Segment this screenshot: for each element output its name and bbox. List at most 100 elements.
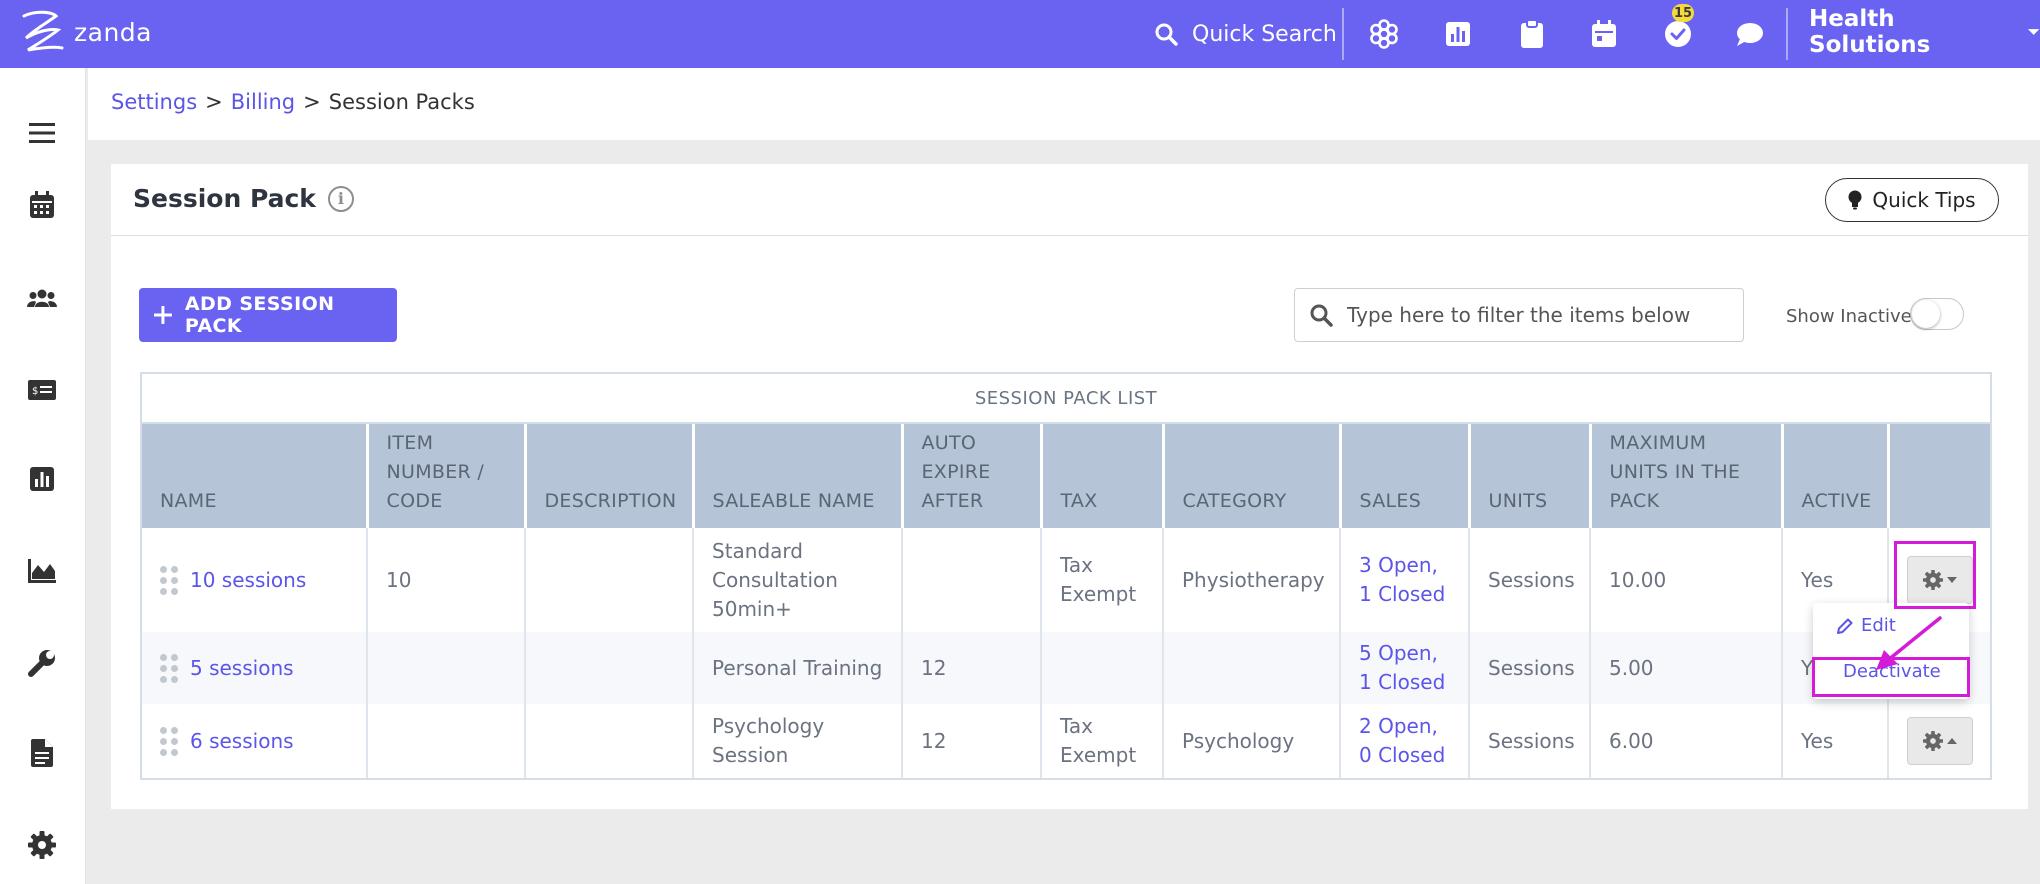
card-header: Session Pack i Quick Tips <box>111 164 2028 236</box>
documents-icon[interactable] <box>22 733 62 773</box>
add-session-pack-button[interactable]: ADD SESSION PACK <box>139 288 397 342</box>
quick-search-button[interactable]: Quick Search <box>1154 14 1337 54</box>
session-pack-name-link[interactable]: 5 sessions <box>190 654 294 683</box>
clipboard-icon[interactable] <box>1514 16 1550 52</box>
breadcrumb-separator: > <box>303 90 321 114</box>
cell-auto-expire: 12 <box>902 704 1042 778</box>
pencil-icon <box>1837 618 1853 634</box>
caret-down-icon <box>2027 29 2040 35</box>
session-pack-table: NAME ITEM NUMBER / CODE DESCRIPTION SALE… <box>142 424 1990 778</box>
clipboard-glyph <box>1521 19 1543 48</box>
reports-icon[interactable] <box>22 459 62 499</box>
quick-tips-button[interactable]: Quick Tips <box>1825 178 1999 222</box>
cell-sales: 5 Open, 1 Closed <box>1340 632 1470 704</box>
cell-auto-expire: 12 <box>902 632 1042 704</box>
integrations-icon[interactable] <box>1366 16 1402 52</box>
cell-name: 10 sessions <box>142 528 368 632</box>
table-row: 10 sessions 10 Standard Consultation 50m… <box>142 528 1990 632</box>
calendar-glyph <box>30 191 54 218</box>
column-header-description[interactable]: DESCRIPTION <box>525 424 695 528</box>
cell-max-units: 6.00 <box>1590 704 1783 778</box>
show-inactive-toggle[interactable] <box>1910 298 1964 330</box>
cell-tax: Tax Exempt <box>1041 528 1164 632</box>
svg-text:$: $ <box>32 386 38 397</box>
chat-icon[interactable] <box>1732 16 1768 52</box>
menu-icon[interactable] <box>22 113 62 153</box>
tools-icon[interactable] <box>22 643 62 683</box>
calendar-icon[interactable] <box>22 185 62 225</box>
column-header-code[interactable]: ITEM NUMBER / CODE <box>367 424 527 528</box>
info-icon[interactable]: i <box>327 185 354 212</box>
clients-icon[interactable] <box>22 278 62 318</box>
cell-tax: Tax Exempt <box>1041 704 1164 778</box>
cell-units: Sessions <box>1469 632 1591 704</box>
table-row: 6 sessions Psychology Session 12 Tax Exe… <box>142 704 1990 778</box>
column-header-category[interactable]: CATEGORY <box>1163 424 1342 528</box>
users-glyph <box>27 289 57 307</box>
annotation-arrow-icon <box>1876 616 1942 670</box>
reports-glyph <box>1446 22 1470 46</box>
toggle-knob <box>1912 300 1940 328</box>
cell-description <box>525 528 694 632</box>
column-header-max-units[interactable]: MAXIMUM UNITS IN THE PACK <box>1590 424 1784 528</box>
session-pack-card: Session Pack i Quick Tips ADD SESSION PA… <box>111 164 2028 809</box>
reports-glyph <box>30 467 54 491</box>
sales-link[interactable]: 3 Open, 1 Closed <box>1359 553 1445 606</box>
cell-name: 6 sessions <box>142 704 368 778</box>
cell-units: Sessions <box>1469 704 1591 778</box>
topbar-divider <box>1342 8 1344 60</box>
billing-icon[interactable]: $ <box>22 370 62 410</box>
drag-handle-icon[interactable] <box>160 653 178 683</box>
row-actions-button[interactable] <box>1907 717 1973 765</box>
session-pack-name-link[interactable]: 6 sessions <box>190 727 294 756</box>
top-navigation-bar: zanda Quick Search 15 Health Solutions <box>0 0 2040 68</box>
highlight-box-actions-button <box>1894 541 1976 609</box>
cell-category: Physiotherapy <box>1163 528 1341 632</box>
notification-count-badge: 15 <box>1672 4 1694 22</box>
cell-code: 10 <box>367 528 526 632</box>
sidebar: $ <box>0 68 86 884</box>
column-header-auto-expire[interactable]: AUTO EXPIRE AFTER <box>902 424 1043 528</box>
settings-icon[interactable] <box>22 825 62 865</box>
drag-handle-icon[interactable] <box>160 565 178 595</box>
search-icon <box>1155 23 1178 46</box>
session-pack-name-link[interactable]: 10 sessions <box>190 566 306 595</box>
column-header-active[interactable]: ACTIVE <box>1782 424 1890 528</box>
cell-sales: 2 Open, 0 Closed <box>1340 704 1470 778</box>
calendar-glyph <box>1592 20 1616 47</box>
cell-saleable-name: Standard Consultation 50min+ <box>693 528 903 632</box>
gear-glyph <box>28 831 56 859</box>
sales-link[interactable]: 5 Open, 1 Closed <box>1359 641 1445 694</box>
caret-up-icon <box>1947 738 1957 744</box>
cell-category <box>1163 632 1341 704</box>
page-title-text: Session Pack <box>133 184 316 213</box>
column-header-name[interactable]: NAME <box>142 424 369 528</box>
analytics-icon[interactable] <box>22 551 62 591</box>
column-header-sales[interactable]: SALES <box>1340 424 1471 528</box>
cell-active: Yes <box>1782 704 1889 778</box>
organization-switcher[interactable]: Health Solutions <box>1809 6 2040 58</box>
breadcrumb-bar: Settings > Billing > Session Packs <box>88 68 2040 140</box>
column-header-units[interactable]: UNITS <box>1469 424 1592 528</box>
column-header-saleable-name[interactable]: SALEABLE NAME <box>693 424 904 528</box>
cell-units: Sessions <box>1469 528 1591 632</box>
wrench-glyph <box>28 650 55 677</box>
cell-saleable-name: Personal Training <box>693 632 903 704</box>
drag-handle-icon[interactable] <box>160 726 178 756</box>
breadcrumb-settings[interactable]: Settings <box>111 90 197 114</box>
filter-input[interactable] <box>1347 303 1727 327</box>
cell-sales: 3 Open, 1 Closed <box>1340 528 1470 632</box>
filter-field[interactable] <box>1294 288 1744 342</box>
calendar-icon[interactable] <box>1586 16 1622 52</box>
column-header-tax[interactable]: TAX <box>1041 424 1165 528</box>
session-pack-table-container: SESSION PACK LIST NAME ITEM NUMBER / COD… <box>140 372 1992 780</box>
hamburger-glyph <box>29 123 55 143</box>
check-circle-glyph <box>1665 21 1691 47</box>
lightbulb-icon <box>1848 190 1862 210</box>
sales-link[interactable]: 2 Open, 0 Closed <box>1359 714 1445 767</box>
zanda-logo[interactable]: zanda <box>18 8 152 56</box>
breadcrumb-billing[interactable]: Billing <box>231 90 295 114</box>
table-caption: SESSION PACK LIST <box>142 374 1990 424</box>
show-inactive-label: Show Inactive <box>1786 306 1912 327</box>
reports-icon[interactable] <box>1440 16 1476 52</box>
